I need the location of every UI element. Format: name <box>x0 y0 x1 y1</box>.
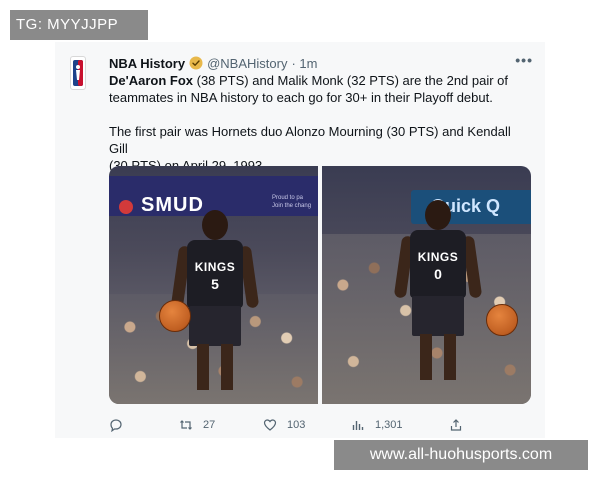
jersey-text: KINGS <box>194 260 236 274</box>
tweet-line-1: De'Aaron Fox (38 PTS) and Malik Monk (32… <box>109 72 529 89</box>
banner-small-text: Proud to pa Join the chang <box>272 195 312 209</box>
watermark-url: www.all-huohusports.com <box>334 440 588 470</box>
view-count: 1,301 <box>375 419 403 431</box>
reply-button[interactable] <box>109 418 179 432</box>
heart-icon <box>263 419 277 431</box>
tweet-body: De'Aaron Fox (38 PTS) and Malik Monk (32… <box>109 72 529 174</box>
share-button[interactable] <box>449 418 463 432</box>
jersey-text-right: KINGS <box>417 250 459 264</box>
author-handle[interactable]: @NBAHistory <box>207 56 287 71</box>
reply-icon <box>110 419 122 432</box>
retweet-button[interactable]: 27 <box>179 418 263 432</box>
tweet-line-3: The first pair was Hornets duo Alonzo Mo… <box>109 124 511 156</box>
verified-badge-icon <box>189 56 203 70</box>
basketball-icon-right <box>486 304 518 336</box>
views-icon <box>352 421 364 430</box>
like-count: 103 <box>287 419 306 431</box>
tweet-actions: 27 103 1,301 <box>109 416 509 434</box>
views-button[interactable]: 1,301 <box>351 418 449 432</box>
jersey-number: 5 <box>211 276 219 292</box>
banner-logo-icon <box>119 200 133 214</box>
tweet-line-1-rest: (38 PTS) and Malik Monk (32 PTS) are the… <box>193 73 509 88</box>
tweet-header: NBA History @NBAHistory · 1m <box>109 53 509 73</box>
jersey-number-right: 0 <box>434 266 442 282</box>
player-right: KINGS 0 <box>393 200 483 380</box>
tweet-card[interactable]: NBA History @NBAHistory · 1m ••• De'Aaro… <box>55 42 545 438</box>
author-name[interactable]: NBA History <box>109 56 185 71</box>
retweet-count: 27 <box>203 419 216 431</box>
player-left: KINGS 5 <box>170 210 260 390</box>
tweet-media[interactable]: SMUD Proud to pa Join the chang KINGS 5 <box>109 166 531 404</box>
share-icon <box>450 419 462 431</box>
tweet-line-2: teammates in NBA history to each go for … <box>109 90 493 105</box>
like-button[interactable]: 103 <box>263 418 351 432</box>
nba-logo-icon[interactable] <box>70 56 86 90</box>
media-photo-left[interactable]: SMUD Proud to pa Join the chang KINGS 5 <box>109 166 318 404</box>
mention-player: De'Aaron Fox <box>109 73 193 88</box>
basketball-icon <box>159 300 191 332</box>
overlay-tag: TG: MYYJJPP <box>10 10 148 40</box>
tweet-time[interactable]: · 1m <box>291 56 317 71</box>
more-icon[interactable]: ••• <box>515 52 533 68</box>
retweet-icon <box>180 420 192 430</box>
media-photo-right[interactable]: Quick Q KINGS 0 <box>322 166 531 404</box>
